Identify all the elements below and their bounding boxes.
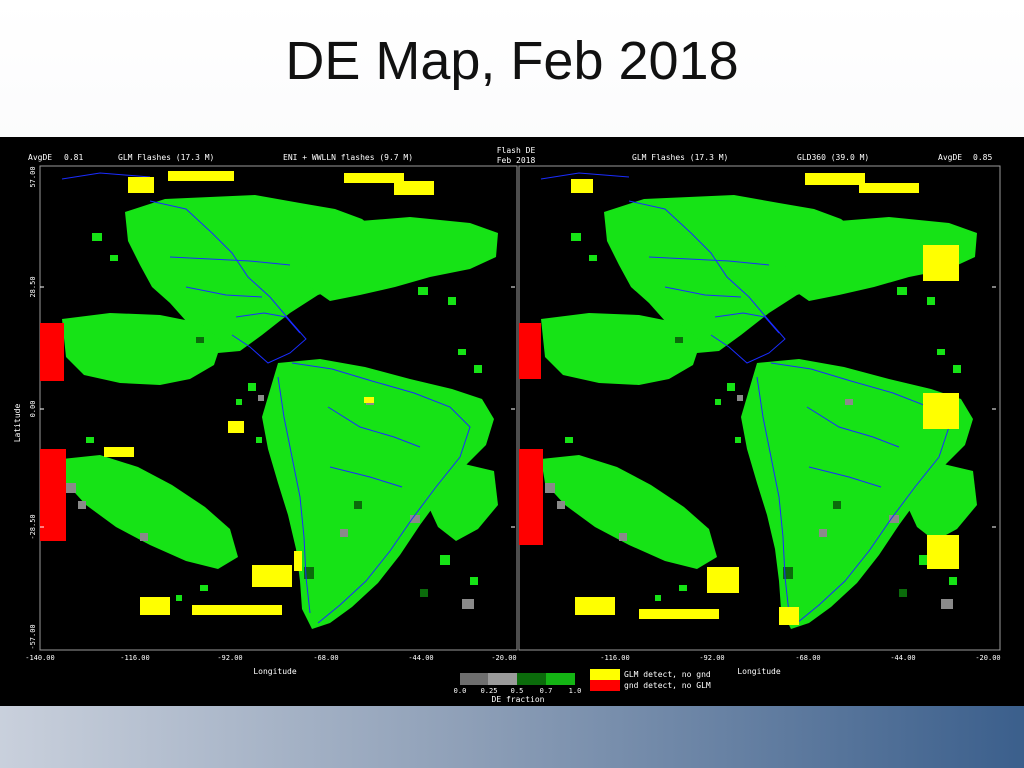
right-avgde-value: 0.85 — [973, 153, 992, 162]
x-tick-right: -44.00 — [890, 654, 915, 662]
x-tick-right: -116.00 — [600, 654, 630, 662]
map-svg: Flash DE Feb 2018 AvgDE 0.81 GLM Flashes… — [13, 146, 1001, 704]
x-tick-right: -68.00 — [795, 654, 820, 662]
colorbar-swatch — [460, 673, 488, 685]
center-title-line2: Feb 2018 — [497, 156, 536, 165]
y-tick-label: 28.50 — [29, 276, 37, 297]
right-panel-source-gld: GLD360 (39.0 M) — [797, 153, 869, 162]
y-tick-label: -28.50 — [29, 514, 37, 539]
y-tick-label: -57.00 — [29, 624, 37, 649]
colorbar-tick: 1.0 — [569, 687, 582, 695]
right-avgde-label: AvgDE — [938, 153, 962, 162]
detection-legend: GLM detect, no gnd gnd detect, no GLM — [590, 669, 711, 691]
left-panel-source-eni: ENI + WWLLN flashes (9.7 M) — [283, 153, 413, 162]
x-tick-right: -92.00 — [699, 654, 724, 662]
y-axis-label: Latitude — [13, 404, 22, 443]
slide-footer-bar — [0, 706, 1024, 768]
colorbar-swatch — [517, 673, 546, 685]
legend-swatch-yellow — [590, 669, 620, 680]
right-panel-source-glm: GLM Flashes (17.3 M) — [632, 153, 728, 162]
colorbar-swatch — [546, 673, 575, 685]
x-tick-left: -92.00 — [217, 654, 242, 662]
center-title-line1: Flash DE — [497, 146, 536, 155]
x-tick-left: -20.00 — [491, 654, 516, 662]
x-tick-left: -116.00 — [120, 654, 150, 662]
colorbar-tick: 0.25 — [481, 687, 498, 695]
colorbar-tick: 0.0 — [454, 687, 467, 695]
legend-label-gnd-only: gnd detect, no GLM — [624, 681, 711, 690]
left-avgde-label: AvgDE — [28, 153, 52, 162]
legend-swatch-red — [590, 680, 620, 691]
right-map-panel — [518, 165, 1001, 651]
legend-label-glm-only: GLM detect, no gnd — [624, 670, 711, 679]
x-tick-right: -20.00 — [975, 654, 1000, 662]
left-avgde-value: 0.81 — [64, 153, 83, 162]
x-tick-left: -140.00 — [25, 654, 55, 662]
y-tick-label: 0.00 — [29, 401, 37, 418]
left-map-panel — [39, 165, 518, 651]
x-axis-label-left: Longitude — [253, 667, 297, 676]
x-axis-label-right: Longitude — [737, 667, 781, 676]
colorbar-title: DE fraction — [492, 695, 545, 704]
de-fraction-colorbar: 0.0 0.25 0.5 0.7 1.0 DE fraction — [454, 673, 582, 704]
colorbar-tick: 0.5 — [511, 687, 524, 695]
de-map-figure: Flash DE Feb 2018 AvgDE 0.81 GLM Flashes… — [0, 137, 1024, 706]
colorbar-tick: 0.7 — [540, 687, 553, 695]
colorbar-swatch — [488, 673, 517, 685]
slide-title: DE Map, Feb 2018 — [285, 31, 739, 91]
left-panel-source-glm: GLM Flashes (17.3 M) — [118, 153, 214, 162]
y-tick-label: 57.00 — [29, 166, 37, 187]
x-tick-left: -68.00 — [313, 654, 338, 662]
x-tick-left: -44.00 — [408, 654, 433, 662]
